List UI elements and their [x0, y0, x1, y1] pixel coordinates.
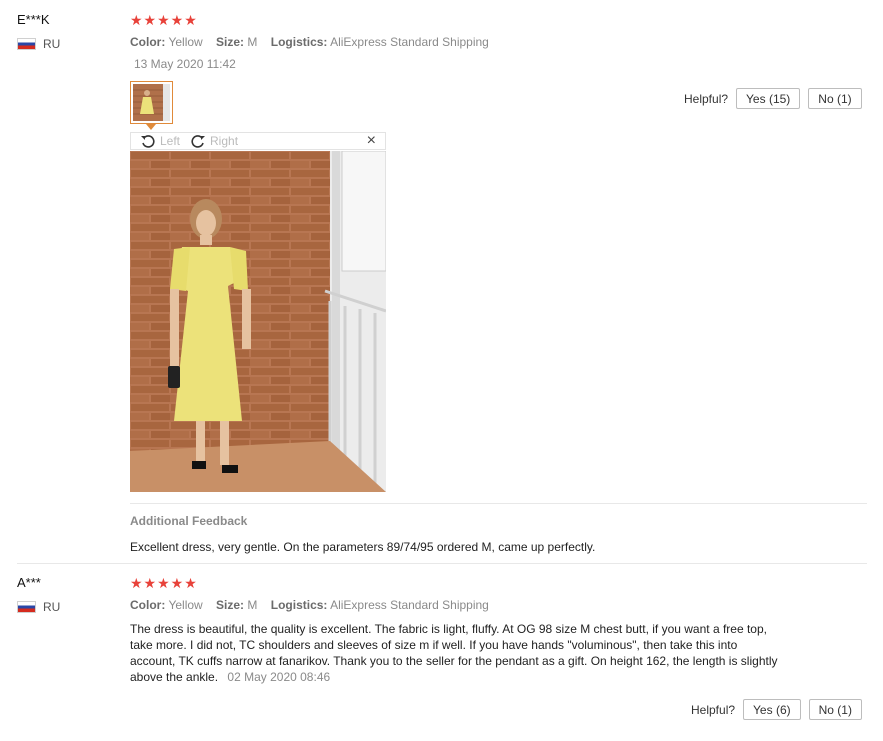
flag-ru-icon	[17, 601, 36, 613]
helpful-yes-button[interactable]: Yes (6)	[743, 699, 801, 720]
rotate-left-label: Left	[160, 134, 181, 148]
logistics-label: Logistics:	[270, 598, 328, 612]
country-code: RU	[43, 600, 61, 614]
helpful-label: Helpful?	[684, 91, 729, 106]
star-rating: ★★★★★	[130, 12, 198, 28]
color-label: Color:	[130, 598, 166, 612]
reviewer-country: RU	[17, 37, 60, 51]
reviewer-name: A***	[17, 575, 41, 590]
logistics-value: AliExpress Standard Shipping	[330, 598, 489, 612]
helpful-no-button[interactable]: No (1)	[808, 88, 862, 109]
size-value: M	[247, 35, 258, 49]
thumbnail-pointer-icon	[146, 124, 156, 130]
helpful-no-button[interactable]: No (1)	[808, 699, 862, 720]
color-value: Yellow	[168, 598, 203, 612]
photo-thumbnail[interactable]	[130, 81, 173, 124]
thumbnail-image	[133, 84, 170, 121]
size-label: Size:	[216, 598, 245, 612]
logistics-value: AliExpress Standard Shipping	[330, 35, 489, 49]
country-code: RU	[43, 37, 61, 51]
review-text: The dress is beautiful, the quality is e…	[130, 621, 780, 685]
star-rating: ★★★★★	[130, 575, 198, 591]
helpful-vote: Helpful? Yes (6) No (1)	[691, 699, 862, 720]
sku-info: Color: Yellow Size: M Logistics: AliExpr…	[130, 35, 489, 49]
reviewer-name: E***K	[17, 12, 50, 27]
helpful-vote: Helpful? Yes (15) No (1)	[684, 88, 862, 109]
logistics-label: Logistics:	[270, 35, 328, 49]
size-label: Size:	[216, 35, 245, 49]
helpful-label: Helpful?	[691, 702, 736, 717]
reviewer-country: RU	[17, 600, 60, 614]
additional-feedback-text: Excellent dress, very gentle. On the par…	[130, 540, 596, 554]
divider	[130, 503, 867, 504]
rotate-right-icon	[191, 135, 206, 148]
review-divider	[17, 563, 867, 564]
flag-ru-icon	[17, 38, 36, 50]
review-date: 02 May 2020 08:46	[227, 670, 331, 684]
rotate-left-icon	[141, 135, 155, 148]
color-value: Yellow	[168, 35, 203, 49]
review-photo	[130, 150, 387, 492]
rotate-right-button[interactable]: Right	[190, 133, 238, 149]
image-viewer-toolbar: Left Right ×	[130, 132, 386, 150]
sku-info: Color: Yellow Size: M Logistics: AliExpr…	[130, 598, 489, 612]
additional-feedback-title: Additional Feedback	[130, 514, 248, 528]
close-icon[interactable]: ×	[367, 132, 376, 150]
helpful-yes-button[interactable]: Yes (15)	[736, 88, 801, 109]
rotate-right-label: Right	[210, 134, 239, 148]
review-date: 13 May 2020 11:42	[134, 57, 236, 71]
color-label: Color:	[130, 35, 166, 49]
size-value: M	[247, 598, 258, 612]
rotate-left-button[interactable]: Left	[140, 133, 180, 149]
